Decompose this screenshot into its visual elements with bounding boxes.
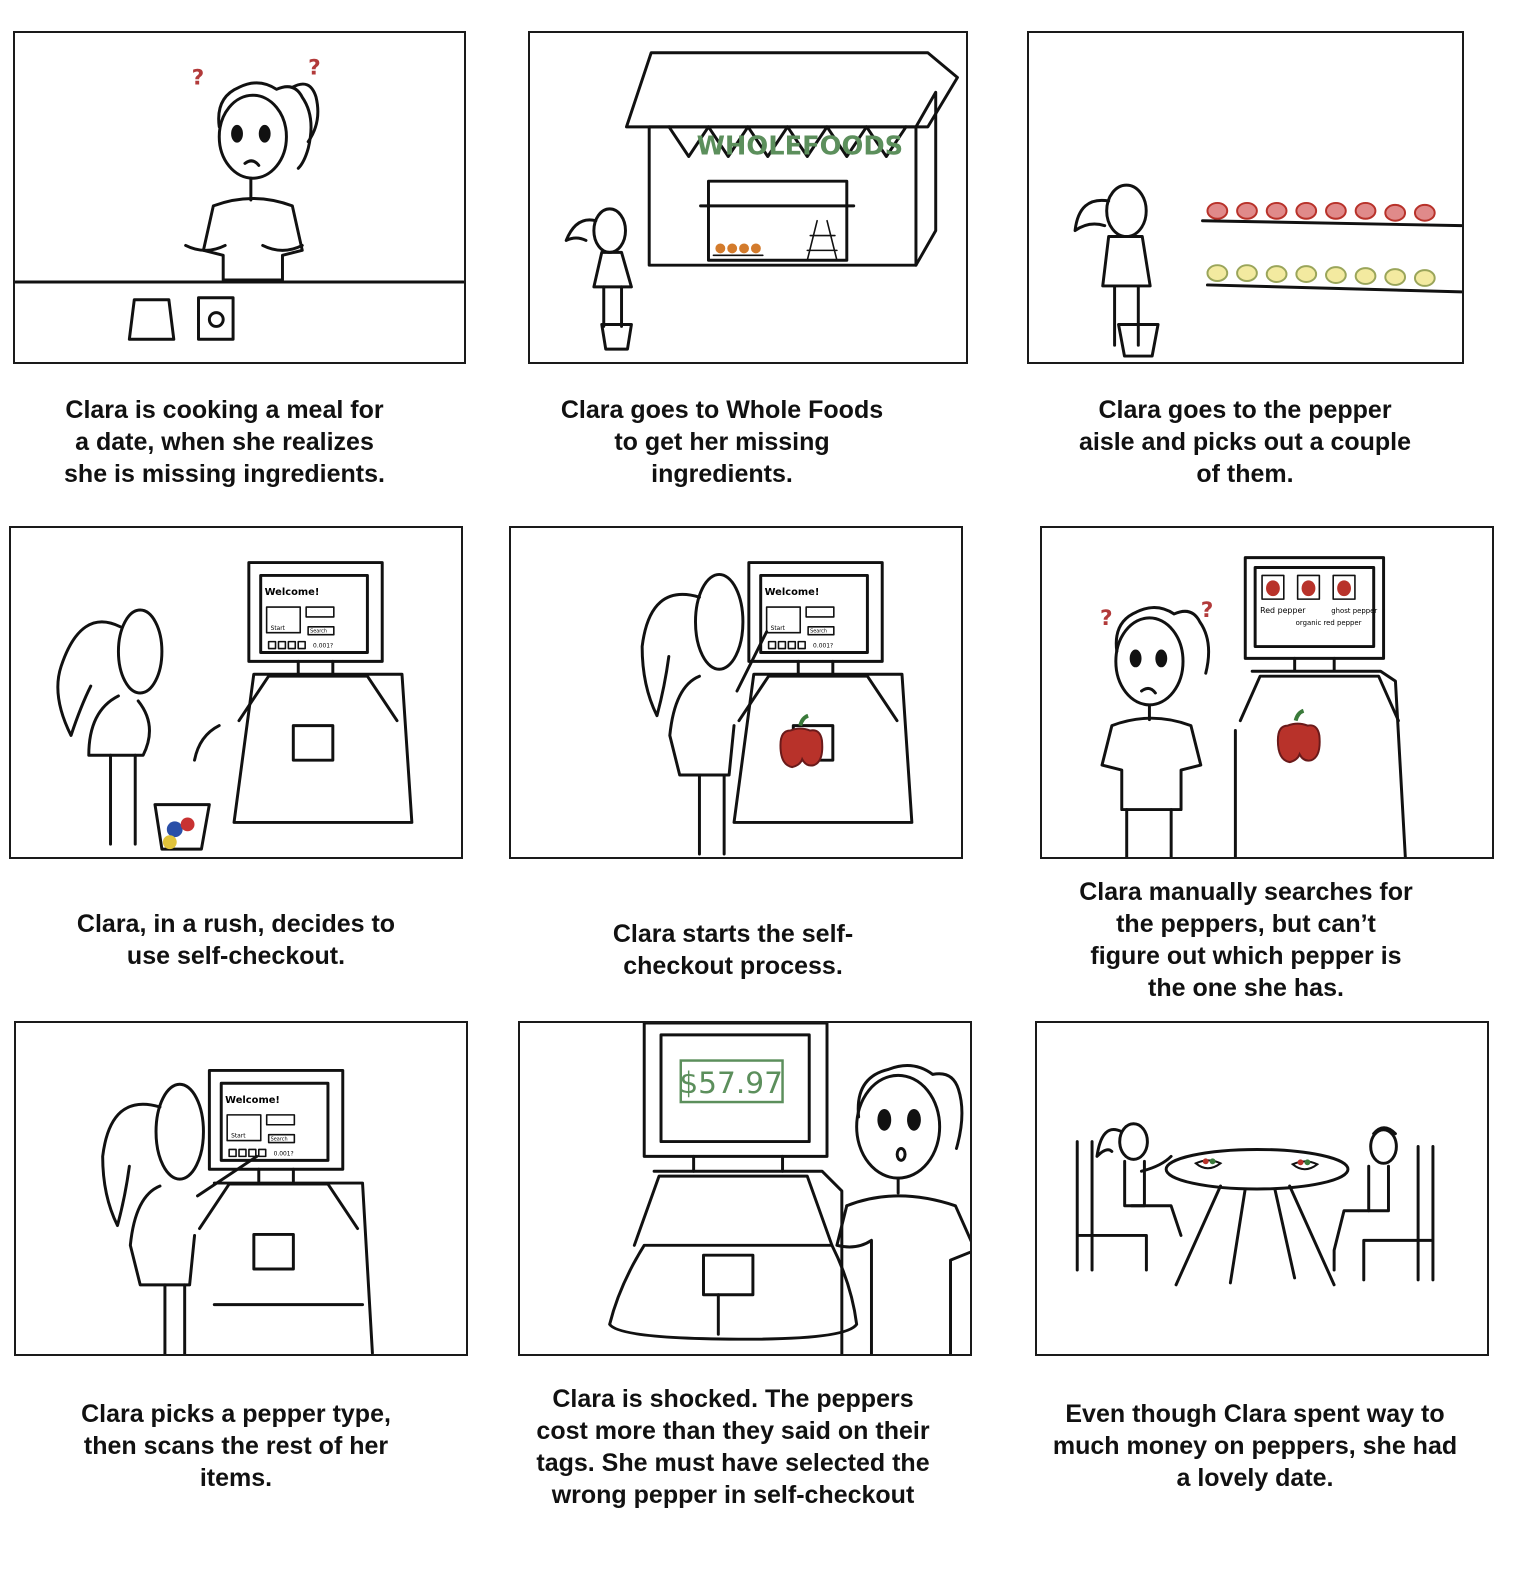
panel-5-drawing: Welcome! Start Search 0.001? [640,561,914,856]
panel-8-price-shock: $57.97 [518,1021,972,1356]
panel-2-store: WHOLEFOODS [528,31,968,364]
panel-7-pick-type: Welcome! Start Search 0.001? [14,1021,468,1356]
panel-8-drawing: $57.97 [608,1023,970,1354]
panel-1-drawing: ? ? [15,55,464,341]
panel-9-drawing [1075,1122,1435,1287]
pepper-option-1: Red pepper [1260,606,1306,615]
caption-panel-7: Clara picks a pepper type, then scans th… [81,1400,391,1492]
screen-welcome: Welcome! [765,587,820,598]
clara-confused [1100,606,1211,857]
screen-welcome: Welcome! [265,587,320,598]
pepper-stem [1293,708,1305,722]
caption-panel-2: Clara goes to Whole Foods to get her mis… [560,396,884,488]
kiosk: Welcome! Start Search 0.001? [732,561,914,824]
screen-code: 0.001? [813,644,833,650]
red-peppers [1206,201,1436,222]
screen-start: Start [231,1134,246,1140]
store-building: WHOLEFOODS [624,51,959,267]
clara-back-view [56,608,211,851]
pepper-option-3: ghost pepper [1331,607,1377,615]
screen-welcome: Welcome! [225,1095,280,1106]
panel-1-kitchen: ? ? [13,31,466,364]
kiosk-price: $57.97 [608,1023,859,1354]
question-mark-left: ? [1100,606,1113,631]
clara-with-basket [564,207,633,351]
panel-3-drawing [1073,183,1462,358]
kiosk: Welcome! Start Search 0.001? [193,561,414,824]
caption-panel-3: Clara goes to the pepper aisle and picks… [1078,396,1412,488]
panel-2-drawing: WHOLEFOODS [564,51,959,351]
panel-4-drawing: Welcome! Start Search 0.001? [56,561,414,851]
clara-side-view [1073,183,1160,358]
paper-bag [127,298,176,341]
screen-search: Search [271,1137,288,1143]
date-seated [1332,1126,1435,1282]
screen-start: Start [771,626,786,632]
question-mark-right: ? [1201,598,1214,623]
screen-search: Search [810,629,827,635]
red-pepper-on-scanner [1276,722,1321,764]
store-sign: WHOLEFOODS [697,132,904,162]
price-display: $57.97 [679,1065,783,1100]
clara-confused [184,81,320,282]
yellow-peppers [1206,264,1436,287]
kiosk: Welcome! Start Search 0.001? [198,1068,374,1354]
panel-6-drawing: Red pepper organic red pepper ghost pepp… [1100,556,1407,857]
panel-9-date [1035,1021,1489,1356]
screen-search: Search [310,629,327,635]
clara-shocked [835,1064,970,1354]
panel-6-manual-search: Red pepper organic red pepper ghost pepp… [1040,526,1494,859]
pepper-option-2: organic red pepper [1296,619,1362,627]
caption-panel-6: Clara manually searches for the peppers,… [1079,878,1413,1002]
question-mark-left: ? [192,65,205,90]
question-mark-right: ? [308,55,321,80]
kiosk-pepper-options: Red pepper organic red pepper ghost pepp… [1233,556,1407,857]
dining-table [1164,1147,1350,1287]
screen-code: 0.001? [274,1151,294,1157]
caption-panel-1: Clara is cooking a meal for a date, when… [64,396,385,488]
caption-panel-8: Clara is shocked. The peppers cost more … [536,1385,930,1509]
caption-panel-4: Clara, in a rush, decides to use self-ch… [76,910,396,970]
panel-7-drawing: Welcome! Start Search 0.001? [101,1068,374,1354]
screen-code: 0.001? [313,644,333,650]
panel-3-pepper-aisle [1027,31,1464,364]
clara-seated [1075,1122,1183,1272]
red-pepper-on-scanner [779,727,824,769]
caption-panel-5: Clara starts the self- checkout process. [612,920,854,980]
panel-4-self-checkout: Welcome! Start Search 0.001? [9,526,463,859]
box-ingredient [197,296,235,341]
pepper-stem [798,713,809,727]
panel-5-start-checkout: Welcome! Start Search 0.001? [509,526,963,859]
screen-start: Start [271,626,286,632]
caption-panel-9: Even though Clara spent way to much mone… [1052,1400,1458,1492]
clara-touching-screen [101,1082,259,1354]
